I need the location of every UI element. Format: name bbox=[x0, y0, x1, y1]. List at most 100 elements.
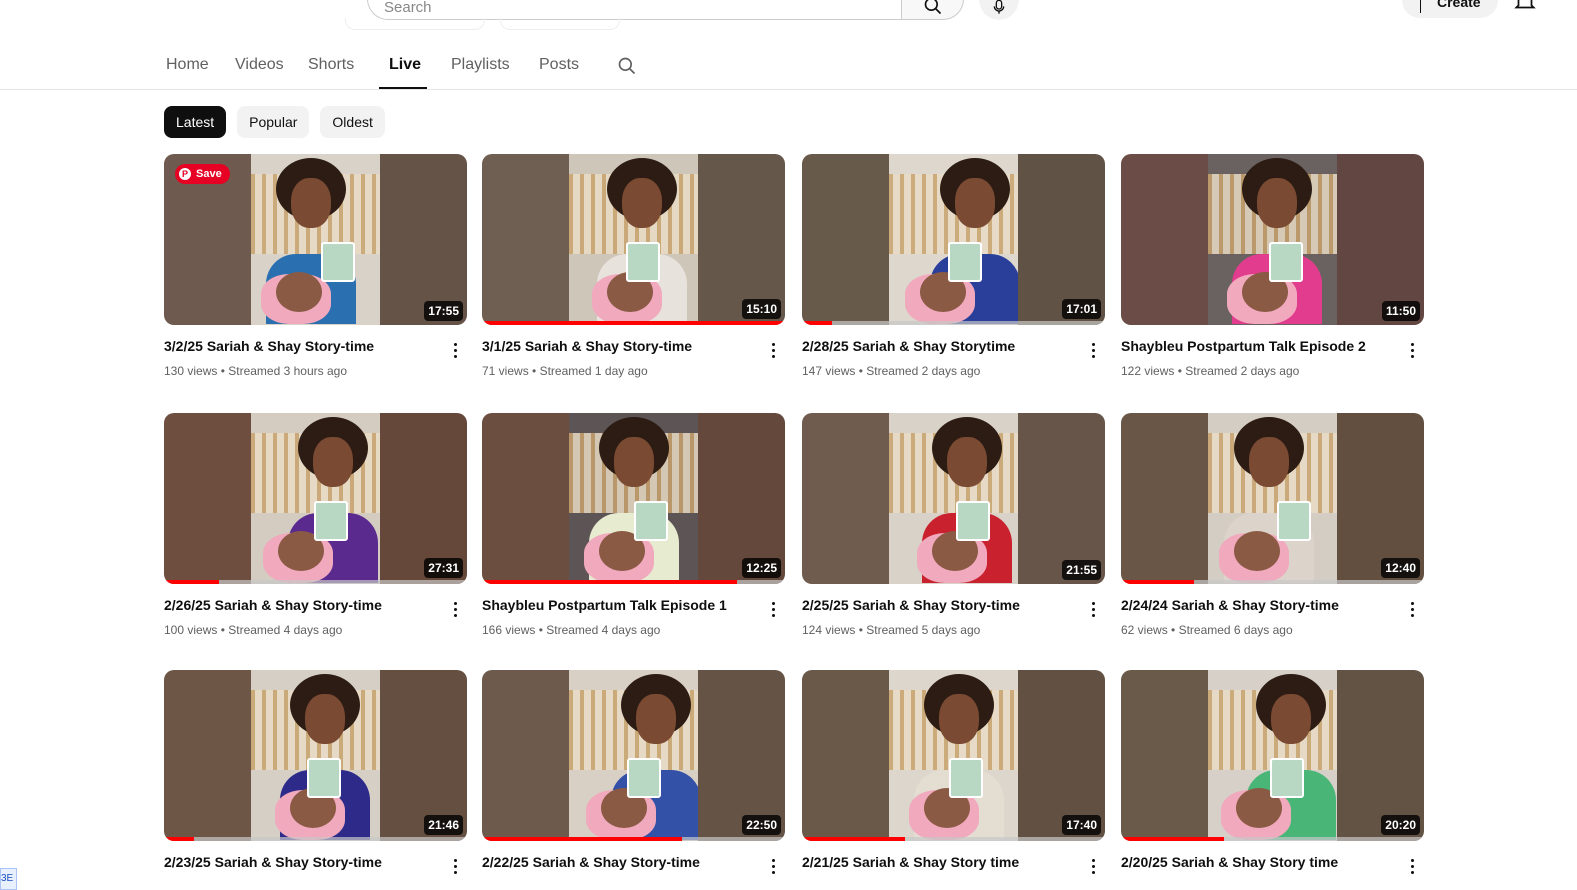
plus-icon bbox=[1420, 0, 1421, 13]
video-thumbnail[interactable]: 17:01 bbox=[802, 154, 1105, 325]
watch-progress-fill bbox=[802, 837, 906, 841]
channel-search-button[interactable] bbox=[617, 56, 637, 81]
view-count: 122 views bbox=[1121, 364, 1175, 378]
video-card[interactable]: 15:10 3/1/25 Sariah & Shay Story-time 71 v… bbox=[482, 154, 785, 384]
thumbnail-blur-left bbox=[1121, 154, 1208, 325]
video-card[interactable]: 12:25 Shaybleu Postpartum Talk Episode 1 1… bbox=[482, 413, 785, 643]
search-placeholder: Search bbox=[384, 0, 432, 16]
video-thumbnail[interactable]: 20:20 bbox=[1121, 670, 1424, 841]
more-options-icon[interactable] bbox=[763, 856, 783, 876]
search-input[interactable]: Search bbox=[367, 0, 901, 20]
more-options-icon[interactable] bbox=[445, 856, 465, 876]
duration-badge: 11:50 bbox=[1381, 301, 1420, 321]
video-thumbnail[interactable]: 17:40 bbox=[802, 670, 1105, 841]
video-card[interactable]: P Save 17:55 3/2/25 Sariah & Shay Story-tim… bbox=[164, 154, 467, 384]
more-options-icon[interactable] bbox=[763, 599, 783, 619]
video-card[interactable]: 21:46 2/23/25 Sariah & Shay Story-time bbox=[164, 670, 467, 890]
tab-live[interactable]: Live bbox=[389, 56, 421, 74]
video-thumbnail[interactable]: 27:31 bbox=[164, 413, 467, 584]
video-title[interactable]: Shaybleu Postpartum Talk Episode 2 bbox=[1121, 338, 1386, 354]
search-icon bbox=[618, 57, 636, 75]
view-count: 124 views bbox=[802, 623, 856, 637]
video-title[interactable]: 2/25/25 Sariah & Shay Story-time bbox=[802, 597, 1067, 613]
pinterest-save-button[interactable]: P Save bbox=[175, 164, 230, 184]
video-thumbnail[interactable]: 21:55 bbox=[802, 413, 1105, 584]
stream-time: Streamed 1 day ago bbox=[539, 364, 648, 378]
thumbnail-blur-right bbox=[380, 154, 467, 325]
video-card[interactable]: 17:01 2/28/25 Sariah & Shay Storytime 147 … bbox=[802, 154, 1105, 384]
watch-progress-fill bbox=[164, 580, 219, 584]
thumbnail-blur-left bbox=[802, 413, 889, 584]
video-card[interactable]: 21:55 2/25/25 Sariah & Shay Story-time 124… bbox=[802, 413, 1105, 643]
more-options-icon[interactable] bbox=[1083, 340, 1103, 360]
thumbnail-blur-left bbox=[164, 670, 251, 841]
video-meta: 166 views • Streamed 4 days ago bbox=[482, 623, 660, 637]
video-title[interactable]: 2/21/25 Sariah & Shay Story time bbox=[802, 854, 1067, 870]
stream-time: Streamed 4 days ago bbox=[546, 623, 661, 637]
tab-posts[interactable]: Posts bbox=[539, 56, 579, 74]
video-meta: 62 views • Streamed 6 days ago bbox=[1121, 623, 1293, 637]
video-title[interactable]: 3/1/25 Sariah & Shay Story-time bbox=[482, 338, 747, 354]
more-options-icon[interactable] bbox=[763, 340, 783, 360]
more-options-icon[interactable] bbox=[1402, 340, 1422, 360]
watch-progress-fill bbox=[802, 321, 833, 325]
more-options-icon[interactable] bbox=[445, 599, 465, 619]
video-thumbnail[interactable]: P Save 17:55 bbox=[164, 154, 467, 325]
tab-playlists[interactable]: Playlists bbox=[451, 56, 510, 74]
video-thumbnail[interactable]: 12:25 bbox=[482, 413, 785, 584]
stream-time: Streamed 4 days ago bbox=[228, 623, 343, 637]
stream-time: Streamed 3 hours ago bbox=[228, 364, 347, 378]
video-title[interactable]: 2/24/24 Sariah & Shay Story-time bbox=[1121, 597, 1386, 613]
search-button[interactable] bbox=[901, 0, 964, 20]
chip-oldest[interactable]: Oldest bbox=[320, 106, 385, 138]
watch-progress-track bbox=[164, 837, 467, 841]
more-options-icon[interactable] bbox=[1083, 599, 1103, 619]
video-title[interactable]: 2/20/25 Sariah & Shay Story time bbox=[1121, 854, 1386, 870]
chip-popular[interactable]: Popular bbox=[237, 106, 310, 138]
video-meta: 124 views • Streamed 5 days ago bbox=[802, 623, 980, 637]
video-card[interactable]: 17:40 2/21/25 Sariah & Shay Story time bbox=[802, 670, 1105, 890]
video-card[interactable]: 11:50 Shaybleu Postpartum Talk Episode 2 1… bbox=[1121, 154, 1424, 384]
create-label: Create bbox=[1437, 0, 1481, 10]
active-tab-indicator bbox=[379, 87, 427, 89]
video-thumbnail[interactable]: 15:10 bbox=[482, 154, 785, 325]
more-options-icon[interactable] bbox=[1402, 599, 1422, 619]
video-card[interactable]: 22:50 2/22/25 Sariah & Shay Story-time bbox=[482, 670, 785, 890]
tab-home[interactable]: Home bbox=[166, 56, 209, 74]
tab-shorts[interactable]: Shorts bbox=[308, 56, 354, 74]
duration-badge: 17:55 bbox=[424, 301, 463, 321]
meta-separator: • bbox=[217, 364, 229, 378]
video-title[interactable]: Shaybleu Postpartum Talk Episode 1 bbox=[482, 597, 747, 613]
duration-badge: 15:10 bbox=[742, 299, 781, 319]
video-title[interactable]: 2/22/25 Sariah & Shay Story-time bbox=[482, 854, 747, 870]
notifications-button[interactable] bbox=[1512, 0, 1538, 19]
more-options-icon[interactable] bbox=[1083, 856, 1103, 876]
video-thumbnail[interactable]: 22:50 bbox=[482, 670, 785, 841]
chip-latest[interactable]: Latest bbox=[164, 106, 227, 138]
voice-search-button[interactable] bbox=[979, 0, 1019, 20]
meta-separator: • bbox=[217, 623, 229, 637]
create-button[interactable]: Create bbox=[1402, 0, 1498, 18]
video-title[interactable]: 2/23/25 Sariah & Shay Story-time bbox=[164, 854, 429, 870]
thumbnail-blur-left bbox=[482, 670, 569, 841]
thumbnail-image bbox=[251, 413, 380, 584]
video-thumbnail[interactable]: 12:40 bbox=[1121, 413, 1424, 584]
video-card[interactable]: 12:40 2/24/24 Sariah & Shay Story-time 62 … bbox=[1121, 413, 1424, 643]
duration-badge: 17:40 bbox=[1062, 815, 1101, 835]
thumbnail-blur-left bbox=[164, 413, 251, 584]
duration-badge: 27:31 bbox=[424, 558, 463, 578]
video-thumbnail[interactable]: 11:50 bbox=[1121, 154, 1424, 325]
video-title[interactable]: 2/26/25 Sariah & Shay Story-time bbox=[164, 597, 429, 613]
video-title[interactable]: 3/2/25 Sariah & Shay Story-time bbox=[164, 338, 429, 354]
watch-progress-fill bbox=[482, 321, 785, 325]
video-thumbnail[interactable]: 21:46 bbox=[164, 670, 467, 841]
video-title[interactable]: 2/28/25 Sariah & Shay Storytime bbox=[802, 338, 1067, 354]
tab-videos[interactable]: Videos bbox=[235, 56, 284, 74]
video-card[interactable]: 20:20 2/20/25 Sariah & Shay Story time bbox=[1121, 670, 1424, 890]
more-options-icon[interactable] bbox=[1402, 856, 1422, 876]
search-bar[interactable]: Search bbox=[367, 0, 964, 20]
video-card[interactable]: 27:31 2/26/25 Sariah & Shay Story-time 100… bbox=[164, 413, 467, 643]
watch-progress-track bbox=[802, 321, 1105, 325]
more-options-icon[interactable] bbox=[445, 340, 465, 360]
bell-icon bbox=[1514, 0, 1536, 9]
